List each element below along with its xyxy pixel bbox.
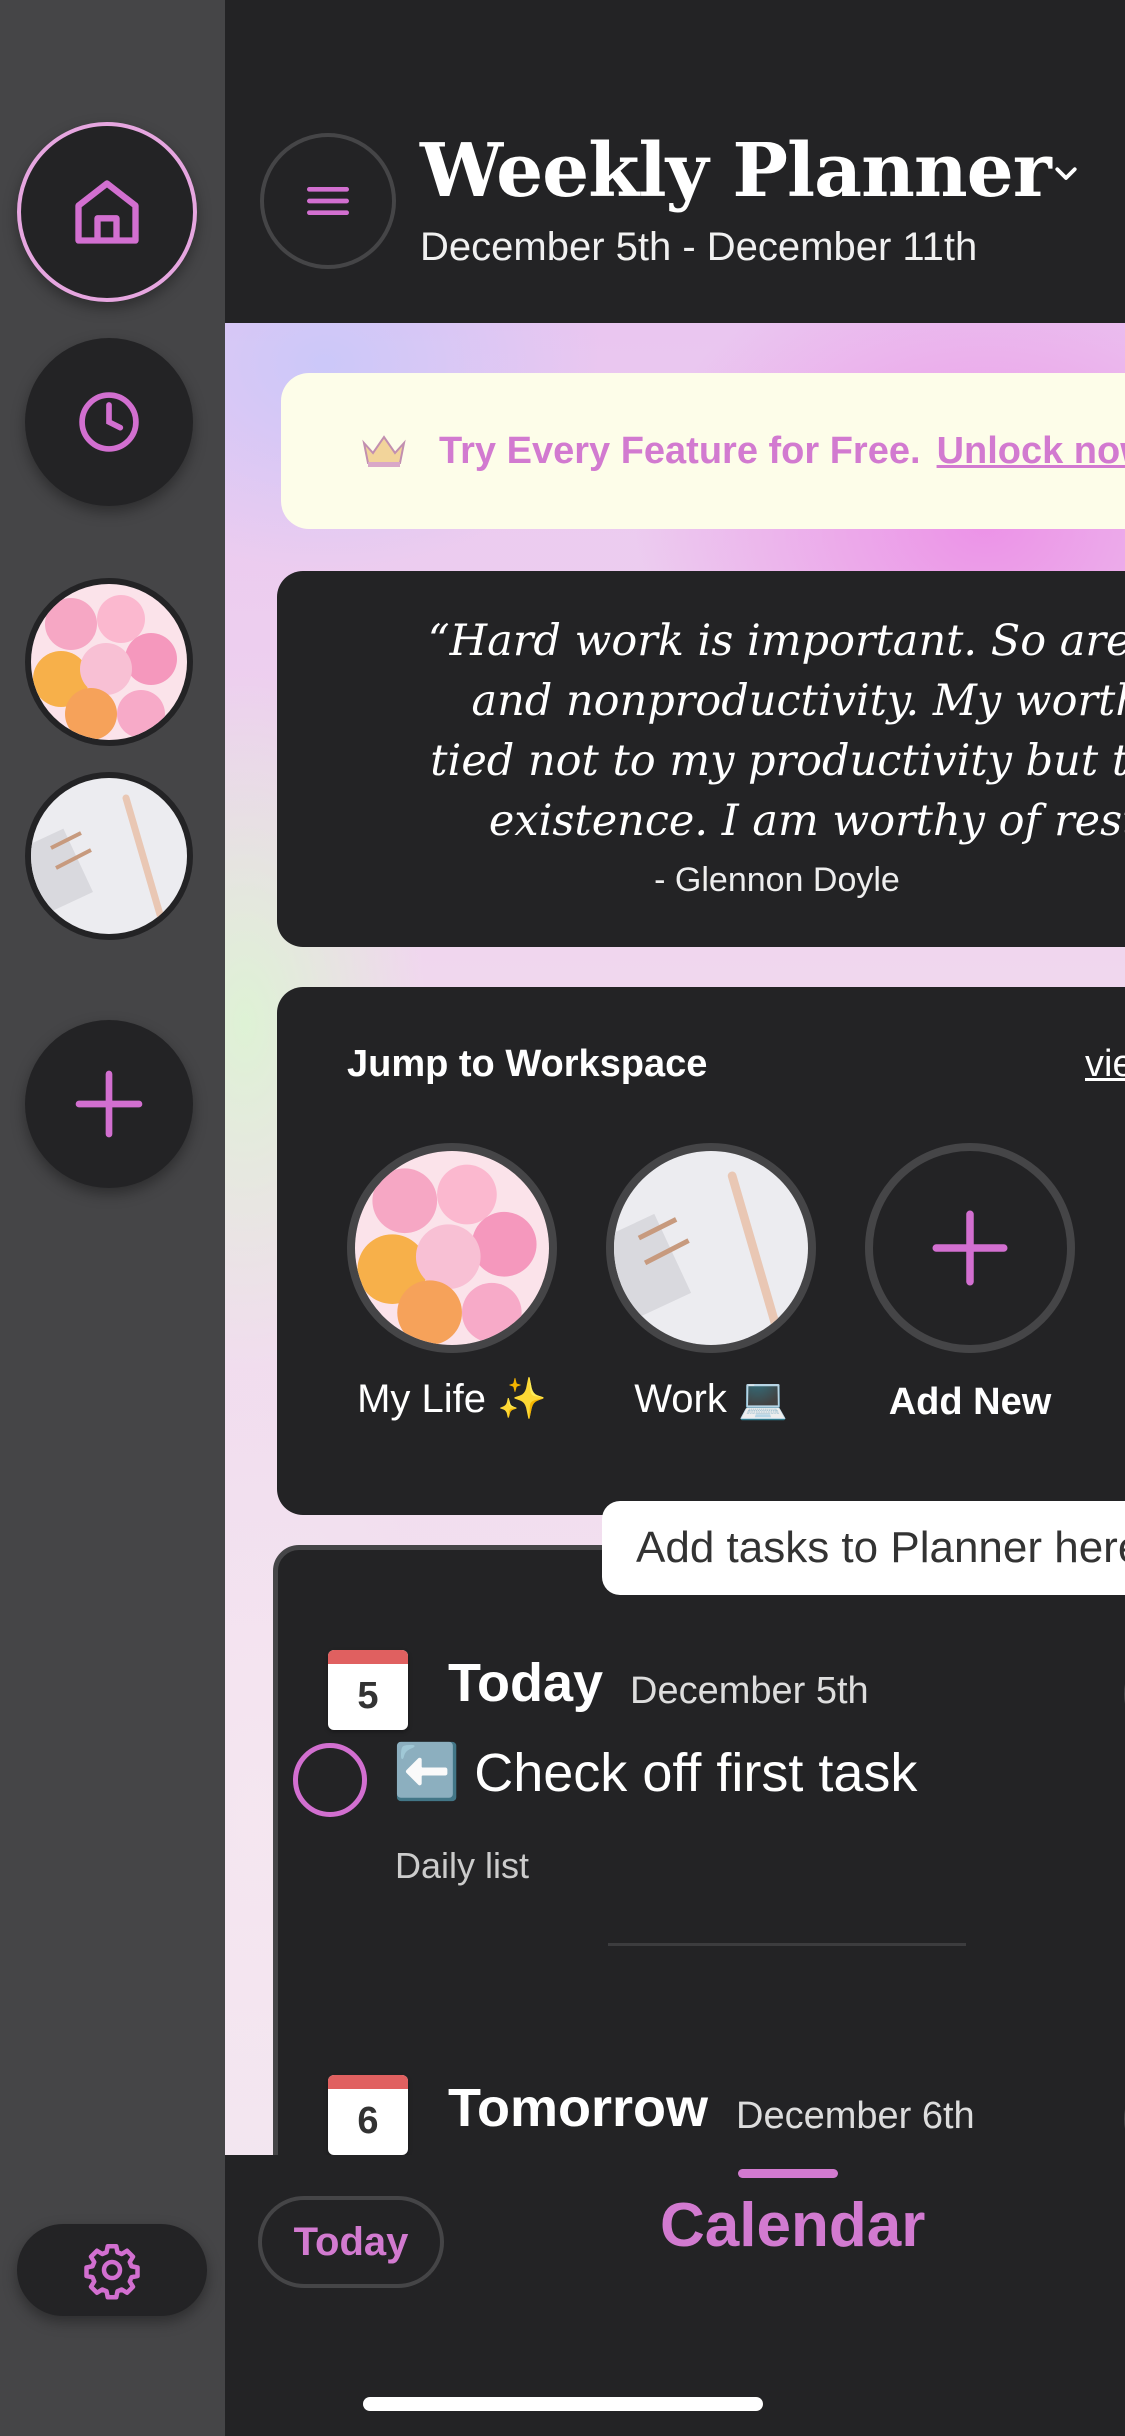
date-range: December 5th - December 11th <box>420 225 978 269</box>
gear-icon <box>84 2244 140 2300</box>
workspace-title: Jump to Workspace <box>347 1043 708 1085</box>
quote-card: “Hard work is important. So are play and… <box>277 571 1125 947</box>
menu-button[interactable] <box>260 133 396 269</box>
promo-text: Try Every Feature for Free. <box>439 429 921 472</box>
workspace-card: Jump to Workspace view all My Life ✨ <box>277 987 1125 1515</box>
desk-image <box>31 778 187 934</box>
day-name: Tomorrow <box>448 2078 708 2138</box>
workspace-photo <box>347 1143 557 1353</box>
unlock-link[interactable]: Unlock now <box>937 430 1125 473</box>
hamburger-menu-icon <box>307 187 349 216</box>
plus-icon <box>75 1070 143 1138</box>
calendar-day-icon: 6 <box>328 2075 408 2155</box>
workspace-item-work[interactable]: Work 💻 <box>606 1143 816 1422</box>
workspace-photo <box>606 1143 816 1353</box>
add-tasks-tooltip: Add tasks to Planner here <box>602 1501 1125 1595</box>
calendar-day-icon: 5 <box>328 1650 408 1730</box>
day-name: Today <box>448 1653 604 1713</box>
task-list-name: Daily list <box>395 1845 530 1886</box>
workspace-avatar-work[interactable] <box>25 772 193 940</box>
workspace-add-new[interactable]: Add New <box>865 1143 1075 1424</box>
day-date: December 5th <box>630 1670 869 1712</box>
task-checkbox[interactable] <box>293 1743 367 1817</box>
left-arrow-emoji-icon: ⬅️ <box>393 1742 461 1802</box>
promo-banner[interactable]: Try Every Feature for Free. Unlock now <box>281 373 1125 529</box>
desk-image <box>614 1151 808 1345</box>
crown-icon <box>362 435 406 467</box>
task-title-text: Check off first task <box>474 1742 918 1803</box>
workspace-item-my-life[interactable]: My Life ✨ <box>347 1143 557 1422</box>
task-title[interactable]: ⬅️ Check off first task <box>393 1741 917 1804</box>
workspace-label: Add New <box>888 1381 1052 1423</box>
chevron-down-icon[interactable] <box>1051 158 1081 188</box>
plus-icon <box>932 1210 1008 1286</box>
workspace-label: Work 💻 <box>634 1377 788 1421</box>
balloons-image <box>31 584 187 740</box>
tab-calendar[interactable]: Calendar <box>660 2190 925 2261</box>
day-date: December 6th <box>736 2095 975 2137</box>
add-workspace-circle <box>865 1143 1075 1353</box>
quote-author: - Glennon Doyle <box>654 861 900 899</box>
tab-indicator <box>738 2169 838 2178</box>
add-workspace-button[interactable] <box>25 1020 193 1188</box>
header: Weekly Planner December 5th - December 1… <box>225 0 1125 323</box>
view-all-link[interactable]: view all <box>1085 1043 1125 1086</box>
sidebar <box>0 0 225 2436</box>
history-button[interactable] <box>25 338 193 506</box>
balloons-image <box>355 1151 549 1345</box>
workspace-avatar-my-life[interactable] <box>25 578 193 746</box>
home-icon <box>75 180 139 244</box>
page-title[interactable]: Weekly Planner <box>420 128 1052 214</box>
main-content[interactable]: Try Every Feature for Free. Unlock now “… <box>225 323 1125 2155</box>
clock-icon <box>79 392 139 452</box>
settings-button[interactable] <box>17 2224 207 2316</box>
home-indicator[interactable] <box>363 2397 763 2411</box>
divider <box>608 1943 966 1946</box>
workspace-label: My Life ✨ <box>357 1377 547 1421</box>
today-button[interactable]: Today <box>258 2196 444 2288</box>
quote-text: “Hard work is important. So are play and… <box>427 616 1125 846</box>
bottom-bar: Today Calendar <box>225 2155 1125 2436</box>
home-button[interactable] <box>17 122 197 302</box>
